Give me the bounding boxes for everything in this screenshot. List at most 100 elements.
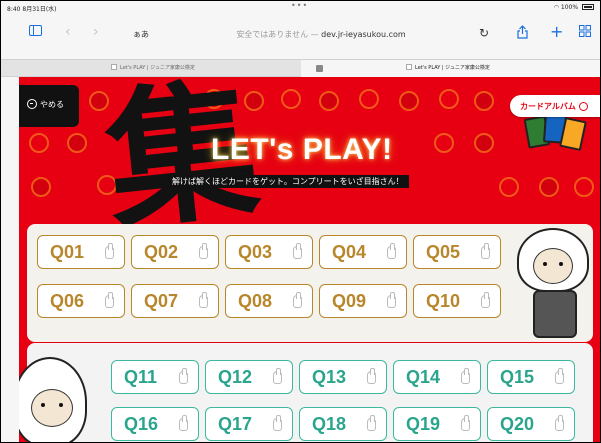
pattern-crest-icon: [539, 177, 559, 197]
tabs-overview-icon[interactable]: [579, 25, 591, 40]
mascot-eye: [59, 403, 63, 407]
favicon-icon: [111, 64, 117, 70]
back-icon[interactable]: ‹: [65, 25, 71, 39]
wifi-icon: ◠: [553, 4, 559, 11]
question-label: Q15: [500, 367, 535, 387]
question-button[interactable]: Q06: [37, 284, 125, 318]
sidebar-icon[interactable]: [29, 25, 42, 39]
question-button[interactable]: Q01: [37, 235, 125, 269]
tab-2[interactable]: Let's PLAY | ジュニア家康公検定: [406, 60, 490, 77]
album-circle-icon: [578, 102, 588, 111]
mascot-face: [31, 389, 73, 427]
new-tab-icon[interactable]: +: [550, 24, 563, 40]
safari-toolbar: ‹ › ぁあ 安全ではありません — dev.jr-ieyasukou.com …: [1, 15, 600, 51]
question-button[interactable]: Q14: [393, 360, 481, 394]
tap-hand-icon: [273, 415, 282, 431]
question-button[interactable]: Q17: [205, 407, 293, 441]
close-tab-icon[interactable]: [316, 65, 323, 72]
question-button[interactable]: Q20: [487, 407, 575, 441]
quit-label: やめる: [40, 100, 64, 109]
tab-title: Let's PLAY | ジュニア家康公検定: [415, 65, 490, 71]
question-button[interactable]: Q04: [319, 235, 407, 269]
question-button[interactable]: Q13: [299, 360, 387, 394]
tap-hand-icon: [105, 292, 114, 308]
pattern-crest-icon: [359, 89, 379, 109]
question-label: Q16: [124, 414, 159, 434]
question-button[interactable]: Q10: [413, 284, 501, 318]
tap-hand-icon: [555, 368, 564, 384]
quit-button[interactable]: やめる: [19, 85, 79, 127]
tap-hand-icon: [481, 292, 490, 308]
question-button[interactable]: Q03: [225, 235, 313, 269]
text-size-button[interactable]: ぁあ: [133, 29, 149, 40]
pattern-crest-icon: [499, 177, 519, 197]
pattern-crest-icon: [67, 133, 87, 153]
samurai-mascot-illustration: [19, 357, 87, 442]
tab-title: Let's PLAY | ジュニア家康公検定: [120, 65, 195, 71]
tab-bar: Let's PLAY | ジュニア家康公検定 Let's PLAY | ジュニア…: [1, 59, 600, 77]
address-bar[interactable]: 安全ではありません — dev.jr-ieyasukou.com: [201, 29, 441, 40]
pattern-crest-icon: [474, 133, 494, 153]
pattern-crest-icon: [399, 91, 419, 111]
page-subtitle: 解けば解くほどカードをゲット。コンプリートをいざ目指さん！: [167, 175, 409, 188]
tap-hand-icon: [293, 292, 302, 308]
question-panel-2: Q11 Q12 Q13 Q14 Q15 Q16 Q17 Q18 Q19 Q20: [19, 343, 593, 442]
tap-hand-icon: [461, 415, 470, 431]
question-button[interactable]: Q15: [487, 360, 575, 394]
question-button[interactable]: Q12: [205, 360, 293, 394]
tap-hand-icon: [367, 415, 376, 431]
tap-hand-icon: [179, 415, 188, 431]
share-icon[interactable]: [517, 25, 528, 42]
status-bar: 8:40 8月31日(水) ••• ◠ 100%: [1, 1, 600, 15]
web-page: 集 やめる カードアルバム LET's PLAY! 解けば解くほどカードをゲット…: [19, 77, 600, 442]
question-label: Q20: [500, 414, 535, 434]
mascot-body-illustration: [533, 290, 577, 338]
forward-icon[interactable]: ›: [93, 25, 99, 39]
question-button[interactable]: Q09: [319, 284, 407, 318]
question-label: Q19: [406, 414, 441, 434]
pattern-crest-icon: [474, 91, 494, 111]
card-illustration: [559, 117, 587, 151]
question-label: Q05: [426, 242, 461, 262]
question-button[interactable]: Q08: [225, 284, 313, 318]
tab-1[interactable]: Let's PLAY | ジュニア家康公検定: [111, 60, 195, 77]
tap-hand-icon: [387, 243, 396, 259]
battery-indicator: ◠ 100%: [554, 4, 594, 11]
question-label: Q08: [238, 291, 273, 311]
question-label: Q12: [218, 367, 253, 387]
multitask-dots[interactable]: •••: [291, 1, 308, 10]
mascot-face: [533, 248, 573, 284]
tap-hand-icon: [481, 243, 490, 259]
question-label: Q09: [332, 291, 367, 311]
question-label: Q13: [312, 367, 347, 387]
question-button[interactable]: Q18: [299, 407, 387, 441]
question-label: Q17: [218, 414, 253, 434]
reload-icon[interactable]: ↻: [479, 26, 489, 40]
tap-hand-icon: [199, 243, 208, 259]
ipad-browser-window: 8:40 8月31日(水) ••• ◠ 100% ‹ › ぁあ 安全ではありませ…: [0, 0, 601, 443]
question-label: Q18: [312, 414, 347, 434]
question-label: Q02: [144, 242, 179, 262]
tap-hand-icon: [555, 415, 564, 431]
question-button[interactable]: Q19: [393, 407, 481, 441]
pattern-crest-icon: [281, 89, 301, 109]
close-circle-icon: [27, 99, 37, 109]
question-label: Q11: [124, 367, 158, 387]
status-time: 8:40 8月31日(水): [7, 6, 57, 13]
question-label: Q01: [50, 242, 85, 262]
insecure-label: 安全ではありません —: [236, 30, 322, 39]
tap-hand-icon: [199, 292, 208, 308]
question-button[interactable]: Q02: [131, 235, 219, 269]
tap-hand-icon: [293, 243, 302, 259]
question-button[interactable]: Q11: [111, 360, 199, 394]
card-album-label: カードアルバム: [520, 102, 576, 111]
question-label: Q07: [144, 291, 179, 311]
question-label: Q03: [238, 242, 273, 262]
pattern-crest-icon: [439, 89, 459, 109]
question-button[interactable]: Q07: [131, 284, 219, 318]
card-album-button[interactable]: カードアルバム: [510, 95, 600, 117]
favicon-icon: [406, 64, 412, 70]
question-button[interactable]: Q05: [413, 235, 501, 269]
tap-hand-icon: [461, 368, 470, 384]
question-button[interactable]: Q16: [111, 407, 199, 441]
